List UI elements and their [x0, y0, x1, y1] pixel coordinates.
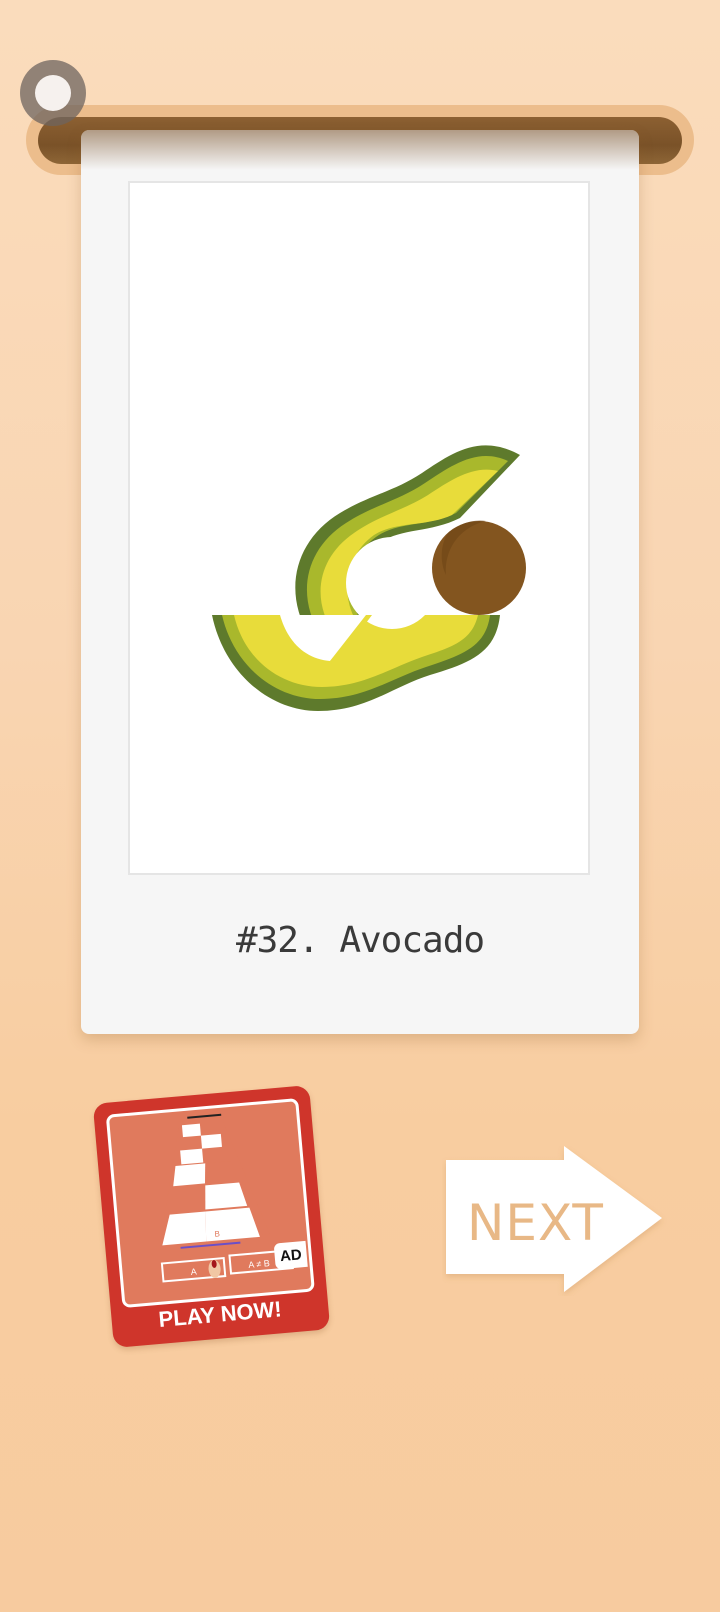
avocado-shape [212, 445, 526, 711]
next-button[interactable]: NEXT [442, 1146, 680, 1296]
ad-game-illustration: A A ≠ B B [160, 1113, 294, 1283]
avocado-illustration [212, 445, 526, 711]
ad-answer-left: A [190, 1267, 197, 1277]
card-rod-shadow [81, 130, 639, 170]
ad-answer-right: A ≠ B [248, 1258, 270, 1270]
puzzle-image [128, 181, 590, 875]
ad-center-label: B [214, 1229, 220, 1238]
ad-badge: AD [273, 1240, 308, 1270]
ad-preview[interactable]: A A ≠ B B AD [105, 1098, 315, 1309]
circle-button-icon [35, 75, 71, 111]
next-label: NEXT [467, 1194, 604, 1252]
polaroid-card: #32. Avocado [81, 130, 639, 1034]
back-button[interactable] [20, 60, 86, 126]
card-caption: #32. Avocado [235, 920, 485, 961]
ad-banner[interactable]: A A ≠ B B AD PLAY NOW! [92, 1085, 331, 1348]
